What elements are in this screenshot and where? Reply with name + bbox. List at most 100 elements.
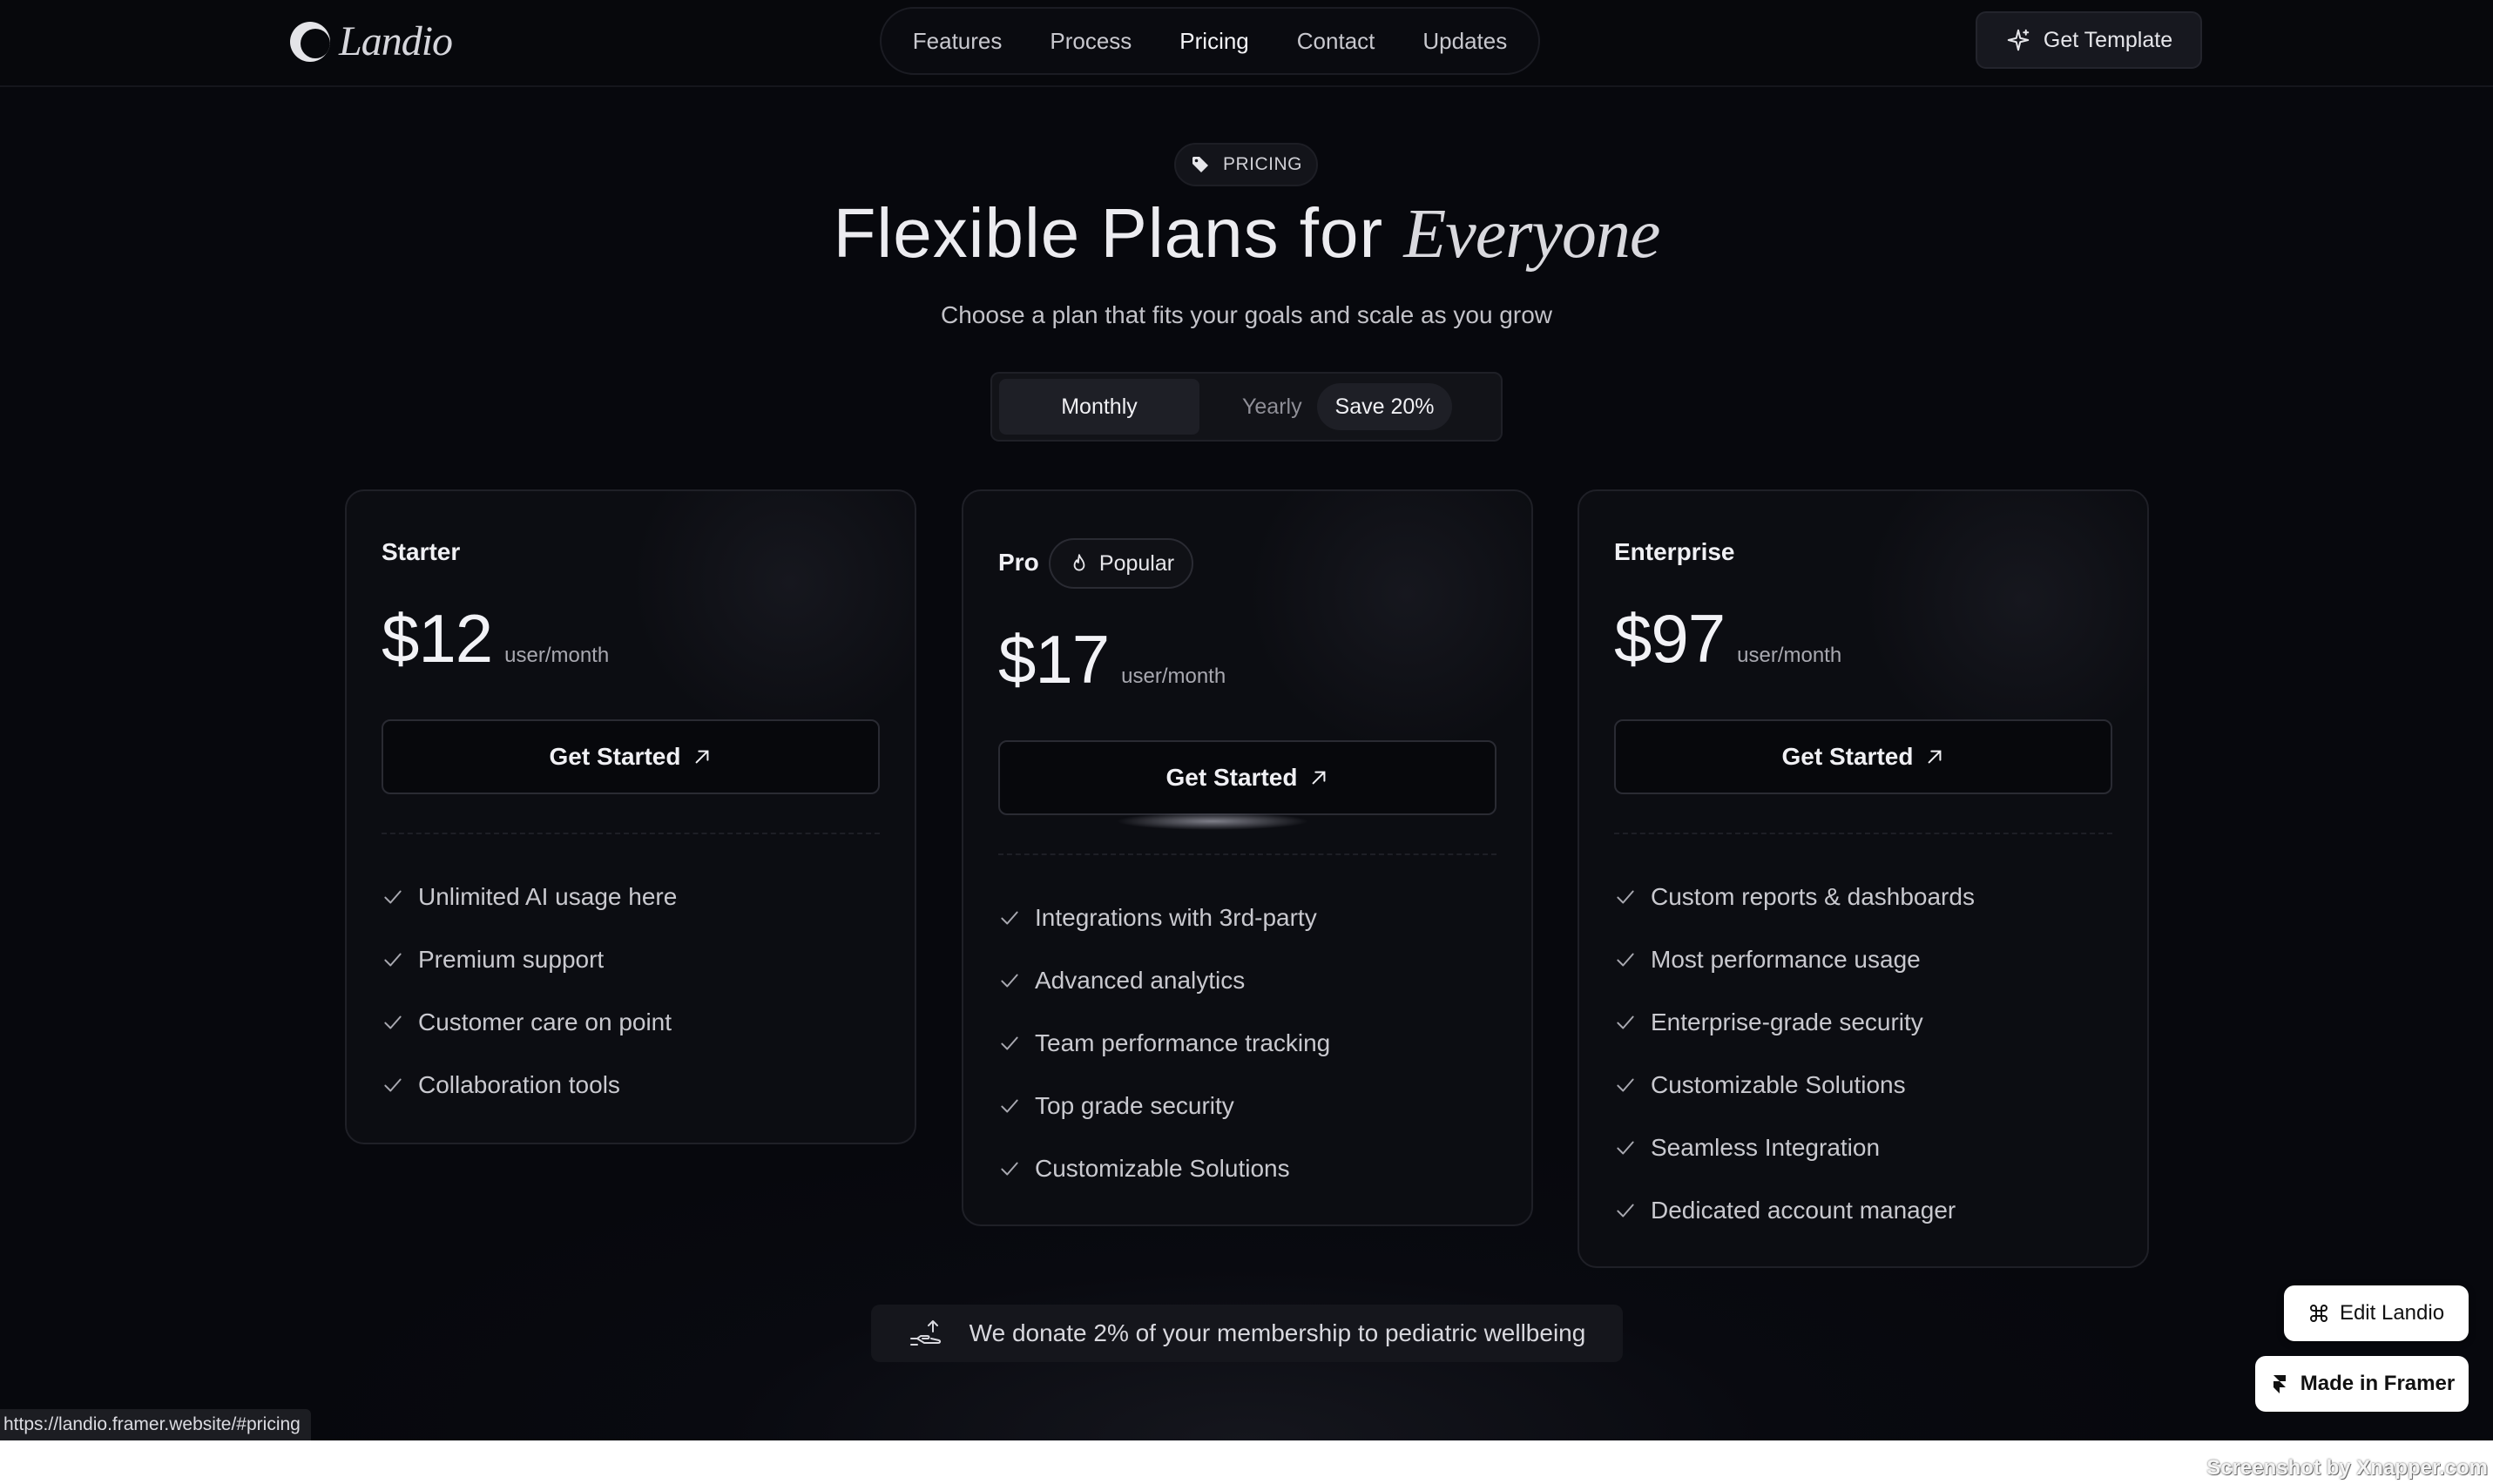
section-badge: PRICING	[1174, 143, 1318, 186]
get-started-label: Get Started	[549, 743, 681, 770]
title-accent: Everyone	[1403, 196, 1660, 273]
feature-text: Customer care on point	[418, 1008, 672, 1035]
get-started-button[interactable]: Get Started	[382, 719, 880, 794]
check-icon	[1617, 953, 1634, 967]
list-item: Most performance usage	[1614, 928, 1975, 991]
arrow-up-right-icon	[1313, 771, 1326, 785]
status-bar-url: https://landio.framer.website/#pricing	[0, 1409, 311, 1440]
feature-text: Most performance usage	[1651, 946, 1921, 973]
get-template-button[interactable]: Get Template	[1976, 11, 2202, 69]
sparkle-icon	[2007, 29, 2030, 51]
donation-banner: We donate 2% of your membership to pedia…	[871, 1305, 1623, 1362]
get-template-label: Get Template	[2043, 27, 2173, 52]
feature-text: Seamless Integration	[1651, 1134, 1881, 1161]
framer-icon	[2273, 1375, 2286, 1393]
plan-name: Enterprise	[1614, 538, 1735, 565]
price-unit: user/month	[504, 644, 610, 667]
list-item: Customizable Solutions	[1614, 1054, 1975, 1116]
feature-text: Team performance tracking	[1035, 1029, 1331, 1056]
popular-badge: Popular	[1049, 538, 1193, 589]
check-icon	[1617, 1015, 1634, 1029]
flame-icon	[1073, 554, 1085, 571]
price-amount: $17	[998, 621, 1110, 698]
menu-item-process[interactable]: Process	[1050, 28, 1132, 55]
menu-item-updates[interactable]: Updates	[1422, 28, 1507, 55]
hand-giving-icon	[909, 1320, 941, 1346]
plan-card-enterprise: Enterprise $97 user/month Get Started Cu…	[1578, 489, 2149, 1268]
plan-name: Pro	[998, 549, 1039, 576]
billing-toggle: Monthly Yearly Save 20%	[990, 372, 1503, 442]
check-icon	[1001, 1099, 1018, 1113]
feature-list: Custom reports & dashboards Most perform…	[1614, 866, 1975, 1242]
page-subtitle: Choose a plan that fits your goals and s…	[941, 301, 1552, 328]
list-item: Seamless Integration	[1614, 1116, 1975, 1179]
get-started-button[interactable]: Get Started	[1614, 719, 2112, 794]
menu-item-contact[interactable]: Contact	[1297, 28, 1375, 55]
check-icon	[1001, 1162, 1018, 1176]
check-icon	[1617, 1078, 1634, 1092]
check-icon	[384, 890, 402, 904]
list-item: Customizable Solutions	[998, 1137, 1330, 1200]
yearly-option[interactable]: Yearly	[1242, 395, 1302, 420]
section-badge-label: PRICING	[1222, 154, 1302, 174]
feature-text: Top grade security	[1035, 1092, 1234, 1119]
donation-text: We donate 2% of your membership to pedia…	[969, 1319, 1586, 1346]
title-main: Flexible Plans for	[833, 194, 1384, 272]
price-unit: user/month	[1737, 644, 1842, 667]
save-badge[interactable]: Save 20%	[1317, 383, 1452, 430]
check-icon	[1001, 911, 1018, 925]
list-item: Enterprise-grade security	[1614, 991, 1975, 1054]
page: Landio Features Process Pricing Contact …	[0, 0, 2493, 1440]
divider	[382, 833, 880, 834]
check-icon	[1001, 1036, 1018, 1050]
feature-text: Advanced analytics	[1035, 967, 1246, 994]
menu-item-pricing[interactable]: Pricing	[1179, 28, 1248, 55]
divider	[998, 853, 1496, 855]
list-item: Integrations with 3rd-party	[998, 887, 1330, 949]
check-icon	[384, 953, 402, 967]
list-item: Dedicated account manager	[1614, 1179, 1975, 1242]
main-menu: Features Process Pricing Contact Updates	[880, 7, 1540, 75]
check-icon	[384, 1078, 402, 1092]
feature-text: Unlimited AI usage here	[418, 883, 678, 910]
logo-icon	[290, 21, 330, 62]
feature-text: Custom reports & dashboards	[1651, 883, 1975, 910]
plan-card-pro: Pro Popular $17 user/month Get Started I…	[962, 489, 1533, 1226]
feature-list: Integrations with 3rd-party Advanced ana…	[998, 887, 1330, 1200]
logo-text: Landio	[339, 18, 453, 64]
get-started-label: Get Started	[1781, 743, 1914, 770]
feature-text: Customizable Solutions	[1651, 1071, 1906, 1098]
get-started-button[interactable]: Get Started	[998, 740, 1496, 815]
menu-item-features[interactable]: Features	[913, 28, 1003, 55]
check-icon	[1617, 1204, 1634, 1218]
button-glow	[1111, 813, 1314, 840]
top-nav: Landio Features Process Pricing Contact …	[0, 0, 2493, 87]
plan-price: $12 user/month	[382, 599, 609, 678]
plan-name: Starter	[382, 538, 461, 565]
list-item: Advanced analytics	[998, 949, 1330, 1012]
feature-text: Integrations with 3rd-party	[1035, 904, 1317, 931]
monthly-option[interactable]: Monthly	[999, 379, 1199, 435]
list-item: Top grade security	[998, 1075, 1330, 1137]
price-unit: user/month	[1121, 664, 1226, 688]
price-amount: $97	[1614, 600, 1726, 677]
feature-text: Customizable Solutions	[1035, 1155, 1290, 1182]
plan-price: $97 user/month	[1614, 599, 1841, 678]
watermark: Screenshot by Xnapper.com	[2206, 1456, 2488, 1480]
tag-icon	[1192, 157, 1208, 172]
edit-landio-button[interactable]: Edit Landio	[2284, 1285, 2469, 1341]
check-icon	[1001, 974, 1018, 988]
feature-text: Premium support	[418, 946, 605, 973]
made-in-framer-button[interactable]: Made in Framer	[2255, 1356, 2469, 1412]
divider	[1614, 833, 2112, 834]
plan-card-starter: Starter $12 user/month Get Started Unlim…	[345, 489, 916, 1144]
check-icon	[1617, 1141, 1634, 1155]
feature-text: Dedicated account manager	[1651, 1197, 1956, 1224]
arrow-up-right-icon	[1929, 750, 1942, 764]
arrow-up-right-icon	[696, 750, 709, 764]
price-amount: $12	[382, 600, 493, 677]
logo[interactable]: Landio	[290, 17, 453, 65]
list-item: Collaboration tools	[382, 1054, 677, 1116]
made-in-framer-label: Made in Framer	[2300, 1372, 2456, 1395]
popular-label: Popular	[1098, 550, 1175, 576]
